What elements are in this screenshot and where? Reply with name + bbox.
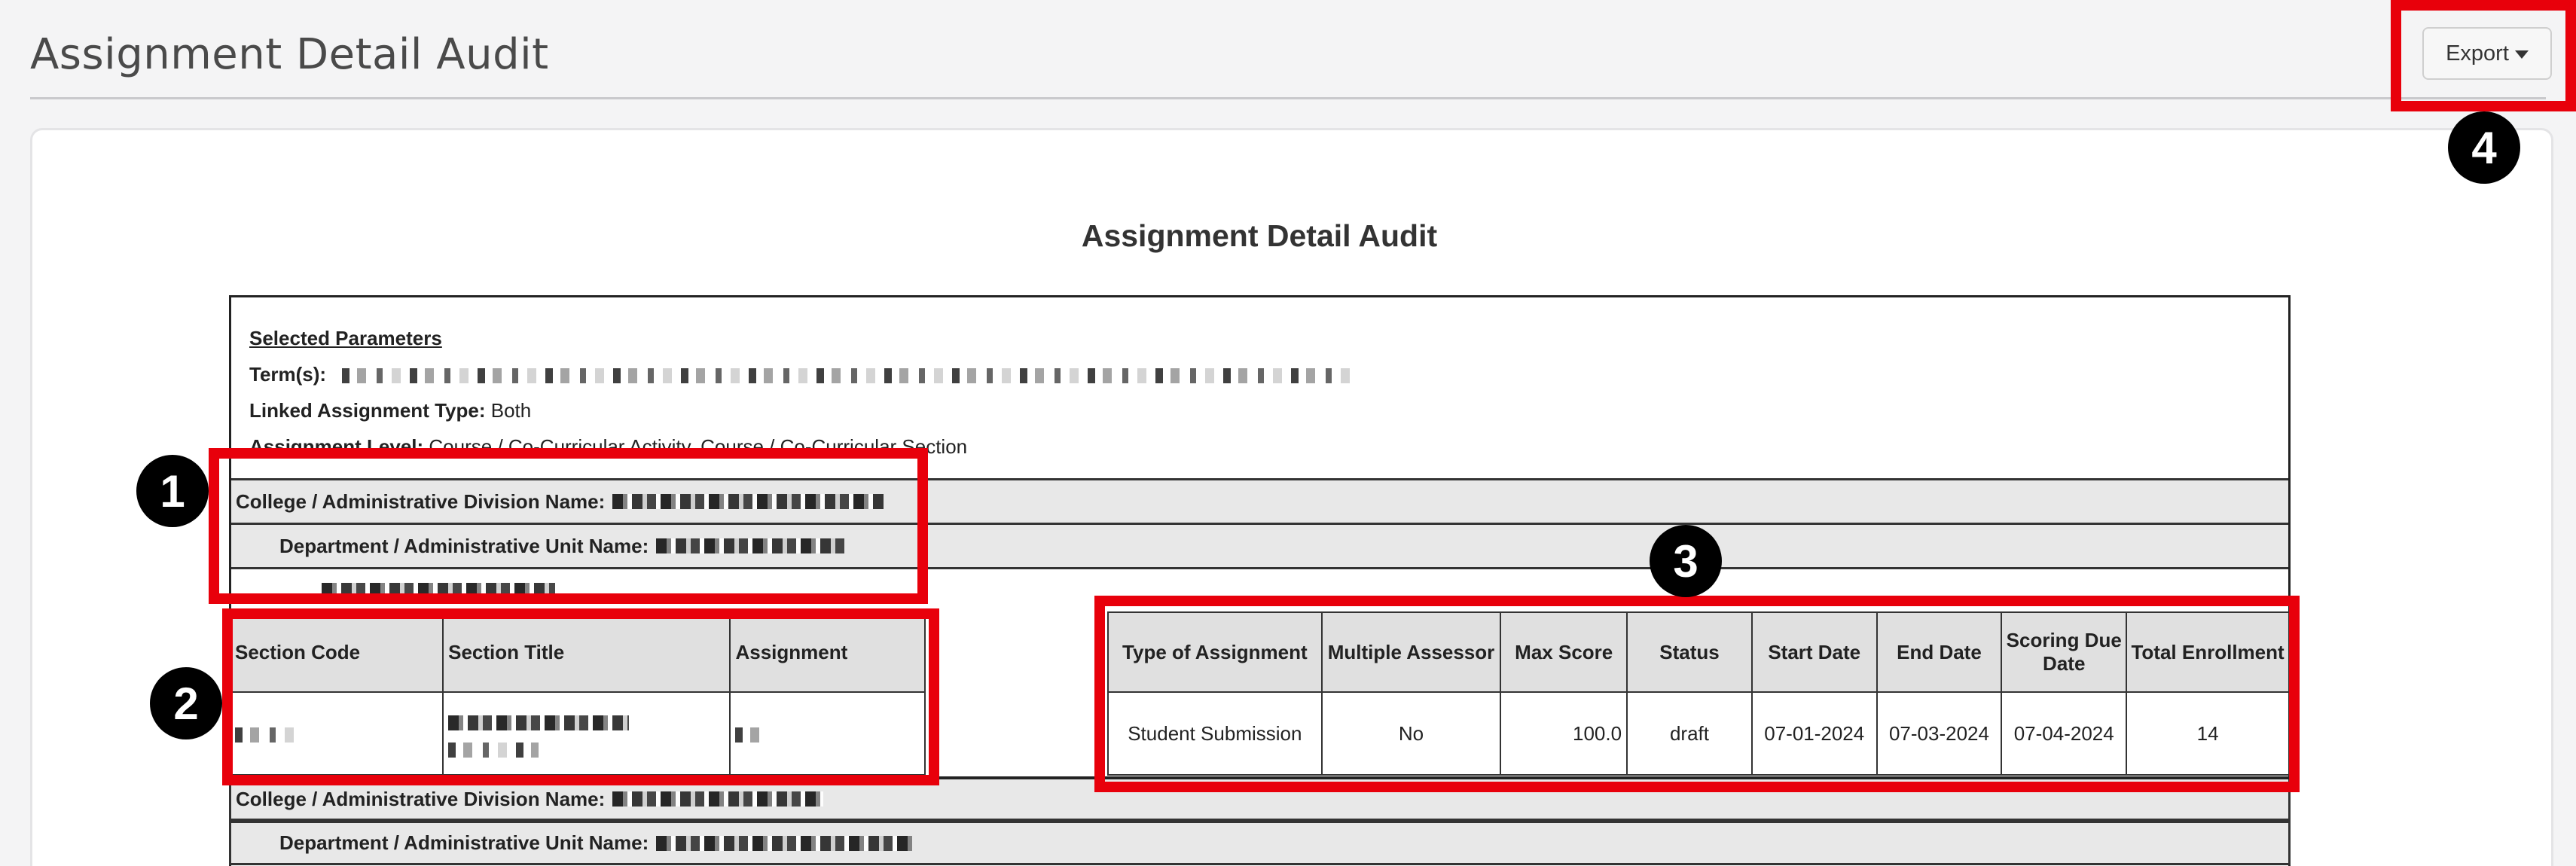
param-terms: Term(s):	[249, 356, 2270, 392]
callout-box-4	[2391, 0, 2576, 111]
redacted-text	[612, 791, 824, 807]
page-title: Assignment Detail Audit	[30, 30, 549, 79]
report-title: Assignment Detail Audit	[1081, 218, 1438, 253]
callout-box-1	[209, 448, 928, 604]
badge-3: 3	[1650, 525, 1722, 597]
callout-box-3	[1094, 596, 2300, 792]
redacted-text	[656, 835, 913, 851]
badge-2: 2	[150, 667, 222, 739]
redacted-text	[342, 368, 1352, 384]
parameters-heading: Selected Parameters	[249, 327, 442, 349]
callout-box-2	[222, 608, 939, 785]
badge-4: 4	[2448, 111, 2520, 184]
page: Assignment Detail Audit Export Assignmen…	[0, 0, 2576, 866]
param-linked-type: Linked Assignment Type: Both	[249, 399, 532, 422]
badge-1: 1	[136, 455, 209, 527]
page-header: Assignment Detail Audit	[30, 0, 2546, 99]
department-row: Department / Administrative Unit Name:	[229, 821, 2291, 865]
